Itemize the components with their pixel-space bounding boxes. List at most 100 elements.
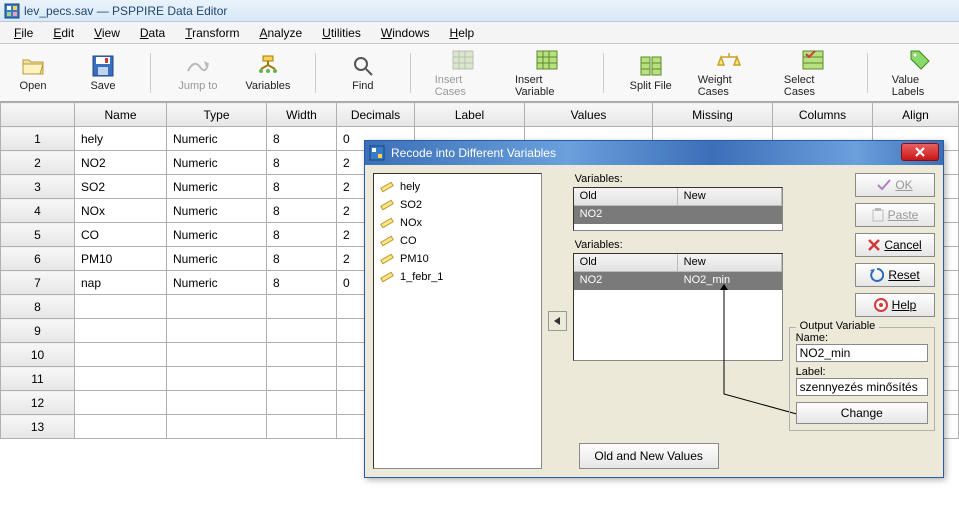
dialog-titlebar[interactable]: Recode into Different Variables: [365, 141, 943, 165]
col-columns[interactable]: Columns: [773, 103, 873, 127]
cell[interactable]: 8: [267, 247, 337, 271]
menu-windows[interactable]: Windows: [373, 24, 438, 42]
col-name[interactable]: Name: [75, 103, 167, 127]
change-button[interactable]: Change: [796, 402, 928, 424]
cell[interactable]: [167, 391, 267, 415]
tb-splitfile[interactable]: Split File: [628, 54, 674, 92]
row-header[interactable]: 6: [1, 247, 75, 271]
cell[interactable]: Numeric: [167, 127, 267, 151]
cell[interactable]: 8: [267, 223, 337, 247]
cell[interactable]: [75, 343, 167, 367]
tb-weightcases[interactable]: Weight Cases: [698, 48, 760, 98]
col-width[interactable]: Width: [267, 103, 337, 127]
menu-utilities[interactable]: Utilities: [314, 24, 369, 42]
cell[interactable]: [267, 367, 337, 391]
output-name-input[interactable]: [796, 344, 928, 362]
cell[interactable]: [267, 319, 337, 343]
cell[interactable]: hely: [75, 127, 167, 151]
reset-button[interactable]: Reset: [855, 263, 935, 287]
row-header[interactable]: 11: [1, 367, 75, 391]
row-header[interactable]: 13: [1, 415, 75, 439]
vars1-table[interactable]: Old New NO2: [573, 187, 783, 231]
cell[interactable]: Numeric: [167, 175, 267, 199]
cell[interactable]: Numeric: [167, 247, 267, 271]
col-decimals[interactable]: Decimals: [337, 103, 415, 127]
cancel-button[interactable]: Cancel: [855, 233, 935, 257]
row-header[interactable]: 1: [1, 127, 75, 151]
tb-selectcases[interactable]: Select Cases: [784, 48, 843, 98]
cell[interactable]: [167, 415, 267, 439]
cell[interactable]: SO2: [75, 175, 167, 199]
old-new-values-button[interactable]: Old and New Values: [579, 443, 719, 469]
cell[interactable]: 8: [267, 151, 337, 175]
tb-open[interactable]: Open: [10, 54, 56, 92]
row-header[interactable]: 9: [1, 319, 75, 343]
cell[interactable]: [167, 343, 267, 367]
cell[interactable]: [75, 319, 167, 343]
menu-analyze[interactable]: Analyze: [251, 24, 310, 42]
source-var-list[interactable]: helySO2NOxCOPM101_febr_1: [373, 173, 542, 469]
help-button[interactable]: Help: [855, 293, 935, 317]
cell[interactable]: [75, 295, 167, 319]
cell[interactable]: [75, 391, 167, 415]
tb-find[interactable]: Find: [340, 54, 386, 92]
move-right-button[interactable]: [548, 311, 566, 331]
col-label[interactable]: Label: [415, 103, 525, 127]
col-values[interactable]: Values: [525, 103, 653, 127]
source-var-item[interactable]: SO2: [378, 196, 537, 214]
cell[interactable]: Numeric: [167, 199, 267, 223]
cell[interactable]: 8: [267, 271, 337, 295]
menu-edit[interactable]: Edit: [45, 24, 82, 42]
menu-data[interactable]: Data: [132, 24, 173, 42]
row-header[interactable]: 7: [1, 271, 75, 295]
cell[interactable]: Numeric: [167, 223, 267, 247]
tb-valuelabels[interactable]: Value Labels: [892, 48, 949, 98]
tb-insertvariable[interactable]: Insert Variable: [515, 48, 579, 98]
vars2-table[interactable]: Old New NO2 NO2_min: [573, 253, 783, 361]
menu-file[interactable]: File: [6, 24, 41, 42]
row-header[interactable]: 12: [1, 391, 75, 415]
cell[interactable]: [267, 343, 337, 367]
menu-transform[interactable]: Transform: [177, 24, 247, 42]
cell[interactable]: [167, 367, 267, 391]
row-header[interactable]: 3: [1, 175, 75, 199]
row-header[interactable]: 2: [1, 151, 75, 175]
output-label-input[interactable]: [796, 378, 928, 396]
row-header[interactable]: 10: [1, 343, 75, 367]
cell[interactable]: [267, 295, 337, 319]
tb-variables[interactable]: Variables: [245, 54, 291, 92]
col-align[interactable]: Align: [873, 103, 959, 127]
cell[interactable]: Numeric: [167, 151, 267, 175]
source-var-item[interactable]: CO: [378, 232, 537, 250]
cell[interactable]: Numeric: [167, 271, 267, 295]
col-missing[interactable]: Missing: [653, 103, 773, 127]
paste-button[interactable]: Paste: [855, 203, 935, 227]
cell[interactable]: [167, 319, 267, 343]
col-type[interactable]: Type: [167, 103, 267, 127]
cell[interactable]: PM10: [75, 247, 167, 271]
vars2-row[interactable]: NO2 NO2_min: [574, 272, 782, 290]
menu-view[interactable]: View: [86, 24, 128, 42]
cell[interactable]: NO2: [75, 151, 167, 175]
source-var-item[interactable]: hely: [378, 178, 537, 196]
cell[interactable]: [167, 295, 267, 319]
vars1-row[interactable]: NO2: [574, 206, 782, 224]
source-var-item[interactable]: 1_febr_1: [378, 268, 537, 286]
cell[interactable]: nap: [75, 271, 167, 295]
source-var-item[interactable]: NOx: [378, 214, 537, 232]
cell[interactable]: CO: [75, 223, 167, 247]
menu-help[interactable]: Help: [442, 24, 483, 42]
cell[interactable]: [267, 415, 337, 439]
cell[interactable]: [75, 415, 167, 439]
ok-button[interactable]: OK: [855, 173, 935, 197]
row-header[interactable]: 8: [1, 295, 75, 319]
cell[interactable]: [267, 391, 337, 415]
tb-save[interactable]: Save: [80, 54, 126, 92]
source-var-item[interactable]: PM10: [378, 250, 537, 268]
cell[interactable]: 8: [267, 127, 337, 151]
row-header[interactable]: 5: [1, 223, 75, 247]
close-button[interactable]: [901, 143, 939, 161]
cell[interactable]: 8: [267, 199, 337, 223]
cell[interactable]: 8: [267, 175, 337, 199]
cell[interactable]: NOx: [75, 199, 167, 223]
